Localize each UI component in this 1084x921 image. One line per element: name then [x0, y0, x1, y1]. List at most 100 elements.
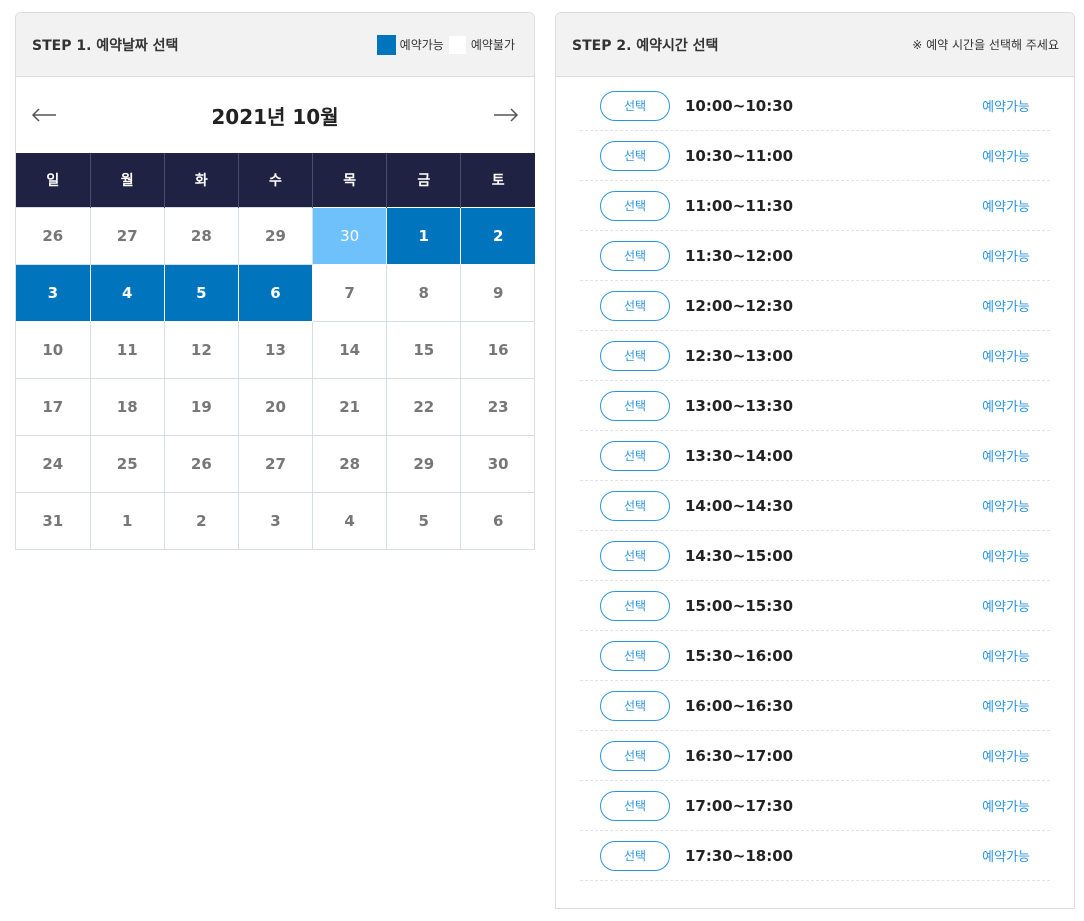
calendar-day-cell: 9	[460, 263, 535, 322]
calendar-day-cell[interactable]: 6	[237, 263, 314, 322]
calendar-day-cell: 16	[460, 320, 535, 379]
weekday-header: 수	[238, 153, 314, 207]
calendar-day-cell: 3	[237, 491, 314, 550]
calendar-day-cell: 20	[237, 377, 314, 436]
select-time-button[interactable]: 선택	[600, 790, 670, 821]
slot-status: 예약가능	[982, 800, 1030, 815]
select-time-button[interactable]: 선택	[600, 690, 670, 721]
select-time-button[interactable]: 선택	[600, 90, 670, 121]
time-slot-row: 선택 15:00~15:30 예약가능	[580, 581, 1050, 631]
time-select-note: ※ 예약 시간을 선택해 주세요	[912, 38, 1059, 52]
calendar-day-cell: 18	[89, 377, 165, 436]
calendar-week-row: 26 27 28 29 30 1 2	[16, 206, 535, 265]
time-slot-row: 선택 10:00~10:30 예약가능	[580, 81, 1050, 131]
calendar-day-cell: 27	[89, 206, 165, 265]
select-time-button[interactable]: 선택	[600, 290, 670, 321]
calendar-day-cell: 6	[460, 491, 535, 550]
slot-status: 예약가능	[982, 550, 1030, 565]
time-slot-row: 선택 15:30~16:00 예약가능	[580, 631, 1050, 681]
date-panel-header: STEP 1. 예약날짜 선택 예약가능 예약불가	[16, 13, 534, 77]
calendar-day-cell: 7	[312, 263, 388, 322]
arrow-right-icon[interactable]	[492, 101, 520, 129]
select-time-button[interactable]: 선택	[600, 640, 670, 671]
calendar-day-cell[interactable]: 1	[386, 206, 462, 265]
select-time-button[interactable]: 선택	[600, 140, 670, 171]
time-range: 17:00~17:30	[685, 796, 794, 815]
calendar-day-cell[interactable]: 2	[460, 206, 535, 265]
time-slot-row: 선택 11:30~12:00 예약가능	[580, 231, 1050, 281]
time-slot-row: 선택 14:00~14:30 예약가능	[580, 481, 1050, 531]
calendar-day-cell: 1	[89, 491, 165, 550]
slot-status: 예약가능	[982, 350, 1030, 365]
calendar-day-cell[interactable]: 4	[89, 263, 165, 322]
select-time-button[interactable]: 선택	[600, 440, 670, 471]
month-navigation: 2021년 10월	[16, 77, 534, 153]
calendar-day-cell: 8	[386, 263, 462, 322]
calendar-day-cell: 30	[460, 434, 535, 493]
select-time-button[interactable]: 선택	[600, 390, 670, 421]
step1-title: STEP 1. 예약날짜 선택	[32, 37, 179, 54]
calendar-day-cell: 5	[386, 491, 462, 550]
unavailable-swatch	[447, 34, 467, 55]
calendar-week-row: 17 18 19 20 21 22 23	[16, 377, 535, 436]
time-slot-row: 선택 17:30~18:00 예약가능	[580, 831, 1050, 881]
time-slot-row: 선택 16:00~16:30 예약가능	[580, 681, 1050, 731]
select-time-button[interactable]: 선택	[600, 590, 670, 621]
time-panel-header: STEP 2. 예약시간 선택 ※ 예약 시간을 선택해 주세요	[556, 13, 1074, 77]
time-range: 13:30~14:00	[685, 446, 794, 465]
select-time-button[interactable]: 선택	[600, 740, 670, 771]
arrow-left-icon[interactable]	[30, 101, 58, 129]
calendar-day-cell: 4	[312, 491, 388, 550]
weekday-header: 금	[386, 153, 462, 207]
calendar-day-cell: 22	[386, 377, 462, 436]
slot-status: 예약가능	[982, 850, 1030, 865]
time-range: 13:00~13:30	[685, 396, 794, 415]
time-range: 17:30~18:00	[685, 846, 794, 865]
time-selection-panel: STEP 2. 예약시간 선택 ※ 예약 시간을 선택해 주세요 선택 10:00…	[555, 12, 1075, 909]
month-title: 2021년 10월	[211, 104, 339, 129]
select-time-button[interactable]: 선택	[600, 840, 670, 871]
select-time-button[interactable]: 선택	[600, 490, 670, 521]
select-time-button[interactable]: 선택	[600, 540, 670, 571]
time-slot-row: 선택 14:30~15:00 예약가능	[580, 531, 1050, 581]
slot-status: 예약가능	[982, 600, 1030, 615]
time-slot-row: 선택 11:00~11:30 예약가능	[580, 181, 1050, 231]
calendar-week-row: 10 11 12 13 14 15 16	[16, 320, 535, 379]
calendar-day-cell: 11	[89, 320, 165, 379]
weekday-header: 화	[164, 153, 239, 207]
time-range: 15:30~16:00	[685, 646, 794, 665]
calendar-day-cell[interactable]: 3	[16, 263, 91, 322]
calendar-day-cell: 24	[16, 434, 91, 493]
legend-unavailable-label: 예약불가	[470, 38, 515, 52]
calendar-day-cell: 13	[237, 320, 314, 379]
time-range: 14:00~14:30	[685, 496, 794, 515]
slot-status: 예약가능	[982, 650, 1030, 665]
time-range: 10:30~11:00	[685, 146, 794, 165]
select-time-button[interactable]: 선택	[600, 190, 670, 221]
calendar-day-cell: 28	[312, 434, 388, 493]
calendar-day-cell: 29	[237, 206, 314, 265]
time-range: 12:30~13:00	[685, 346, 794, 365]
time-slot-row: 선택 16:30~17:00 예약가능	[580, 731, 1050, 781]
weekday-header-row: 일월화수목금토	[16, 153, 535, 207]
time-range: 16:30~17:00	[685, 746, 794, 765]
calendar-day-cell: 28	[163, 206, 239, 265]
calendar-day-cell: 25	[89, 434, 165, 493]
select-time-button[interactable]: 선택	[600, 340, 670, 371]
calendar-day-cell: 19	[163, 377, 239, 436]
legend-available-label: 예약가능	[399, 38, 444, 52]
calendar-week-row: 24 25 26 27 28 29 30	[16, 434, 535, 493]
slot-status: 예약가능	[982, 450, 1030, 465]
calendar-day-cell: 26	[163, 434, 239, 493]
calendar-day-cell[interactable]: 5	[163, 263, 239, 322]
calendar-grid: 일월화수목금토 26 27 28 29 30 1 2 3 4 5 6 7 8 9 10 11 12 13 14 15 1…	[16, 153, 535, 550]
weekday-header: 토	[460, 153, 535, 207]
legend: 예약가능 예약불가	[376, 34, 519, 55]
weekday-header: 일	[16, 153, 91, 207]
calendar-day-cell: 15	[386, 320, 462, 379]
calendar-day-cell: 12	[163, 320, 239, 379]
slot-status: 예약가능	[982, 250, 1030, 265]
select-time-button[interactable]: 선택	[600, 240, 670, 271]
time-slot-row: 선택 12:00~12:30 예약가능	[580, 281, 1050, 331]
calendar-week-row: 3456789	[16, 263, 535, 322]
